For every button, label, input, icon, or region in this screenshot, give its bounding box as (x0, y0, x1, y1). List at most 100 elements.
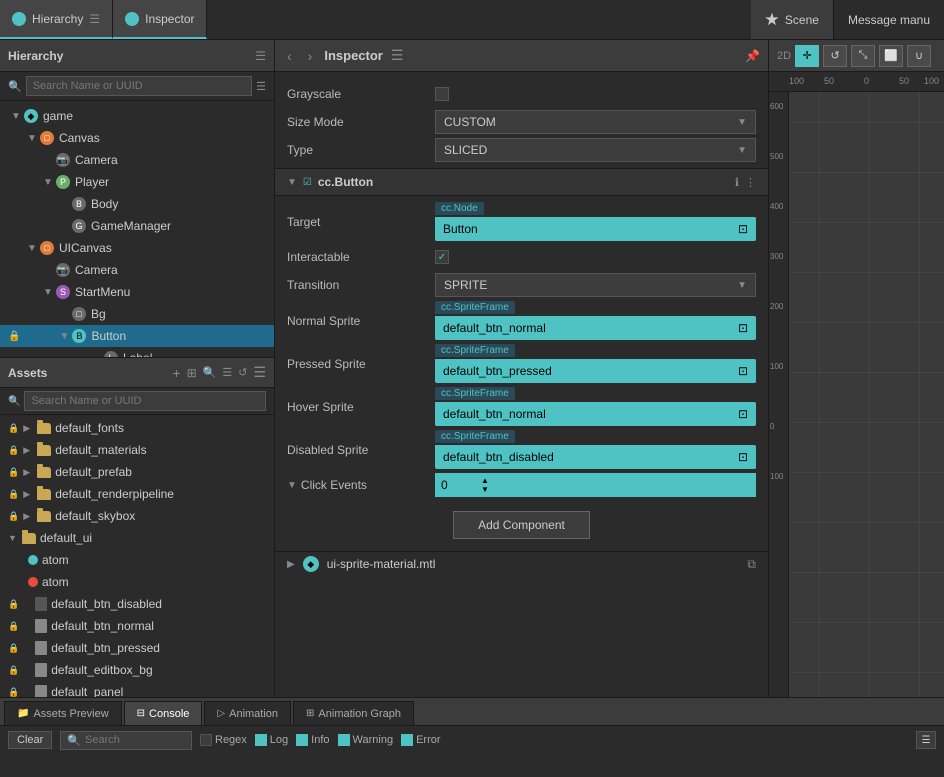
warning-toggle[interactable]: Warning (338, 734, 394, 746)
hierarchy-tab[interactable]: Hierarchy ☰ (0, 0, 113, 39)
assets-menu-btn[interactable]: ☰ (253, 364, 266, 381)
grayscale-checkbox[interactable] (435, 87, 449, 101)
ruler-label-400: 400 (770, 202, 783, 211)
tree-item-startmenu[interactable]: ▼ S StartMenu (0, 281, 274, 303)
assets-add-btn[interactable]: + (172, 365, 180, 381)
hover-sprite-pick-btn[interactable]: ⊡ (738, 407, 748, 421)
transition-label: Transition (287, 278, 427, 292)
interactable-checkbox[interactable]: ✓ (435, 250, 449, 264)
animation-tab-icon: ▷ (217, 708, 225, 719)
console-search-input[interactable] (85, 734, 185, 746)
animation-label: Animation (229, 708, 278, 720)
scale-tool-btn[interactable]: ⤡ (851, 45, 875, 67)
info-label: Info (311, 734, 329, 746)
asset-item-default_fonts[interactable]: 🔒 ▶ default_fonts (0, 417, 274, 439)
click-events-toggle[interactable]: ▼ (287, 480, 297, 491)
message-tab[interactable]: Message manu (834, 0, 944, 39)
asset-item-default_btn_disabled[interactable]: 🔒 default_btn_disabled (0, 593, 274, 615)
section-toggle-btn[interactable]: ▼ (287, 177, 297, 188)
assets-list-btn[interactable]: ⊞ (187, 366, 197, 380)
spin-up-btn[interactable]: ▲ (481, 477, 489, 485)
asset-item-default_panel[interactable]: 🔒 default_panel (0, 681, 274, 697)
transition-row: Transition SPRITE ▼ (275, 271, 768, 299)
move-tool-btn[interactable]: ✛ (795, 45, 819, 67)
material-toggle-btn[interactable]: ▶ (287, 559, 295, 570)
hover-sprite-row: Hover Sprite cc.SpriteFrame default_btn_… (275, 385, 768, 428)
type-dropdown[interactable]: SLICED ▼ (435, 138, 756, 162)
inspector-menu-btn[interactable]: ☰ (391, 47, 404, 64)
ruler-label-50-right: 50 (899, 76, 909, 86)
assets-search-input[interactable] (24, 391, 266, 411)
error-toggle[interactable]: Error (401, 734, 440, 746)
info-toggle[interactable]: Info (296, 734, 329, 746)
asset-item-atom1[interactable]: atom (0, 549, 274, 571)
scene-tab-label: Scene (785, 13, 819, 27)
console-scroll-btn[interactable]: ☰ (916, 731, 936, 749)
tree-item-game[interactable]: ▼ ◆ game (0, 105, 274, 127)
pin-btn[interactable]: 📌 (745, 49, 760, 63)
lock-icon: 🔒 (8, 665, 19, 676)
assets-search-btn[interactable]: 🔍 (203, 366, 217, 379)
rotate-tool-btn[interactable]: ↺ (823, 45, 847, 67)
material-copy-btn[interactable]: ⧉ (747, 557, 756, 572)
tree-item-bg[interactable]: □ Bg (0, 303, 274, 325)
tree-item-gamemanager[interactable]: G GameManager (0, 215, 274, 237)
tab-assets-preview[interactable]: 📁 Assets Preview (4, 701, 122, 725)
hover-sprite-text: default_btn_normal (443, 407, 734, 421)
interactable-value: ✓ (435, 250, 756, 264)
select-tool-btn[interactable]: ∪ (907, 45, 931, 67)
log-toggle[interactable]: Log (255, 734, 288, 746)
tab-animation-graph[interactable]: ⊞ Animation Graph (293, 701, 414, 725)
hierarchy-list-icon[interactable]: ☰ (256, 80, 266, 93)
tree-item-label[interactable]: L Label (0, 347, 274, 357)
material-row: ▶ ◆ ui-sprite-material.mtl ⧉ (275, 551, 768, 576)
hierarchy-search-input[interactable] (26, 76, 252, 96)
tree-item-camera2[interactable]: 📷 Camera (0, 259, 274, 281)
section-menu-btn[interactable]: ⋮ (745, 176, 756, 189)
rect-tool-btn[interactable]: ⬜ (879, 45, 903, 67)
tree-item-body[interactable]: B Body (0, 193, 274, 215)
transition-dropdown[interactable]: SPRITE ▼ (435, 273, 756, 297)
disabled-sprite-pick-btn[interactable]: ⊡ (738, 450, 748, 464)
normal-sprite-pick-btn[interactable]: ⊡ (738, 321, 748, 335)
forward-btn[interactable]: › (304, 46, 317, 66)
tab-animation[interactable]: ▷ Animation (204, 701, 291, 725)
tab-console[interactable]: ⊟ Console (124, 701, 203, 725)
click-events-spinner[interactable]: ▲ ▼ (481, 477, 489, 494)
size-mode-dropdown[interactable]: CUSTOM ▼ (435, 110, 756, 134)
section-info-btn[interactable]: ℹ (735, 176, 739, 189)
scene-tab[interactable]: Scene (751, 0, 834, 39)
add-component-btn[interactable]: Add Component (453, 511, 590, 539)
tree-item-uicanvas[interactable]: ▼ □ UICanvas (0, 237, 274, 259)
asset-item-default_skybox[interactable]: 🔒 ▶ default_skybox (0, 505, 274, 527)
asset-item-default_materials[interactable]: 🔒 ▶ default_materials (0, 439, 274, 461)
back-btn[interactable]: ‹ (283, 46, 296, 66)
hierarchy-menu-btn[interactable]: ☰ (255, 49, 266, 63)
asset-label-default_fonts: default_fonts (55, 421, 124, 435)
ruler-label-200: 200 (770, 302, 783, 311)
asset-item-default_renderpipeline[interactable]: 🔒 ▶ default_renderpipeline (0, 483, 274, 505)
tree-item-canvas[interactable]: ▼ □ Canvas (0, 127, 274, 149)
section-enabled-checkbox[interactable]: ☑ (303, 177, 312, 188)
regex-toggle[interactable]: Regex (200, 734, 247, 746)
assets-tree-btn[interactable]: ☰ (222, 366, 232, 379)
assets-refresh-btn[interactable]: ↺ (238, 366, 247, 379)
inspector-tab[interactable]: Inspector (113, 0, 207, 39)
arrow-icon: ▼ (26, 242, 38, 254)
hierarchy-menu-icon[interactable]: ☰ (89, 12, 100, 26)
spin-down-btn[interactable]: ▼ (481, 486, 489, 494)
asset-item-default_btn_normal[interactable]: 🔒 default_btn_normal (0, 615, 274, 637)
tree-item-button[interactable]: 🔒 ▼ B Button (0, 325, 274, 347)
tree-item-player[interactable]: ▼ P Player (0, 171, 274, 193)
asset-item-default_editbox_bg[interactable]: 🔒 default_editbox_bg (0, 659, 274, 681)
tree-item-camera1[interactable]: 📷 Camera (0, 149, 274, 171)
asset-item-default_ui[interactable]: ▼ default_ui (0, 527, 274, 549)
asset-item-default_prefab[interactable]: 🔒 ▶ default_prefab (0, 461, 274, 483)
click-events-input[interactable] (441, 478, 481, 492)
button-icon: B (72, 329, 86, 343)
target-pick-btn[interactable]: ⊡ (738, 222, 748, 236)
asset-item-default_btn_pressed[interactable]: 🔒 default_btn_pressed (0, 637, 274, 659)
clear-btn[interactable]: Clear (8, 731, 52, 749)
asset-item-atom2[interactable]: atom (0, 571, 274, 593)
pressed-sprite-pick-btn[interactable]: ⊡ (738, 364, 748, 378)
